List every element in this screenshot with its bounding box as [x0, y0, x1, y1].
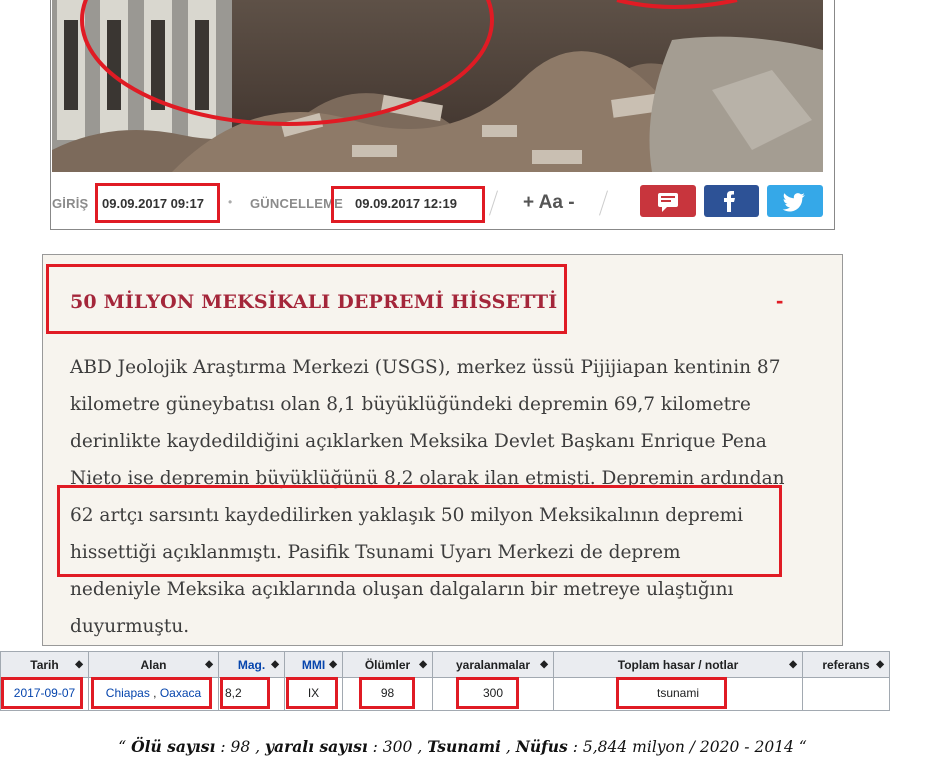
header-tarih[interactable]: Tarih ◆	[1, 652, 89, 678]
article-marker: -	[776, 288, 784, 313]
header-mag[interactable]: Mag. ◆	[219, 652, 285, 678]
cell-refs	[803, 678, 889, 710]
sort-icon: ◆	[789, 659, 797, 670]
entry-label: GİRİŞ	[52, 196, 89, 211]
highlight-article-title	[46, 264, 567, 334]
article-line: ABD Jeolojik Araştırma Merkezi (USGS), m…	[70, 357, 781, 378]
article-line: duyurmuştu.	[70, 616, 190, 637]
highlight-area	[91, 677, 212, 709]
comment-button[interactable]	[640, 185, 696, 217]
sort-icon: ◆	[329, 659, 337, 670]
sort-icon: ◆	[419, 659, 427, 670]
earthquake-photo	[52, 0, 823, 172]
sort-icon: ◆	[75, 659, 83, 670]
sort-icon: ◆	[876, 659, 884, 670]
sort-icon: ◆	[205, 659, 213, 670]
highlight-injuries	[456, 677, 519, 709]
facebook-share-button[interactable]	[704, 185, 759, 217]
highlight-deaths	[359, 677, 415, 709]
highlight-mmi	[286, 677, 338, 709]
header-alan[interactable]: Alan ◆	[89, 652, 219, 678]
header-referans[interactable]: referans ◆	[803, 652, 889, 678]
sort-icon: ◆	[271, 659, 279, 670]
caption-key-population: Nüfus	[515, 737, 568, 756]
highlight-notes	[616, 677, 727, 709]
header-toplam-hasar[interactable]: Toplam hasar / notlar ◆	[554, 652, 803, 678]
header-yaralanmalar[interactable]: yaralanmalar ◆	[433, 652, 554, 678]
article-line: derinlikte kaydedildiğini açıklarken Mek…	[70, 431, 767, 452]
facebook-icon	[724, 191, 735, 212]
highlight-date	[1, 677, 83, 709]
highlight-entry-date	[95, 183, 220, 223]
header-olumler[interactable]: Ölümler ◆	[343, 652, 433, 678]
font-size-control[interactable]: + Aa -	[523, 192, 575, 214]
caption: “ Ölü sayısı : 98 , yaralı sayısı : 300 …	[118, 737, 807, 756]
caption-key-tsunami: Tsunami	[427, 737, 501, 756]
sort-icon: ◆	[540, 659, 548, 670]
updated-label: GÜNCELLEME	[250, 196, 343, 211]
highlight-mag	[220, 677, 270, 709]
highlight-updated-date	[331, 186, 485, 223]
twitter-icon	[782, 193, 805, 212]
comment-icon	[658, 193, 678, 212]
caption-key-injured: yaralı sayısı	[265, 737, 368, 756]
meta-separator: •	[228, 195, 233, 209]
caption-key-deaths: Ölü sayısı	[131, 737, 216, 756]
header-mmi[interactable]: MMI ◆	[285, 652, 343, 678]
article-line: kilometre güneybatısı olan 8,1 büyüklüğü…	[70, 394, 751, 415]
twitter-share-button[interactable]	[767, 185, 823, 217]
highlight-article-passage	[57, 485, 782, 577]
